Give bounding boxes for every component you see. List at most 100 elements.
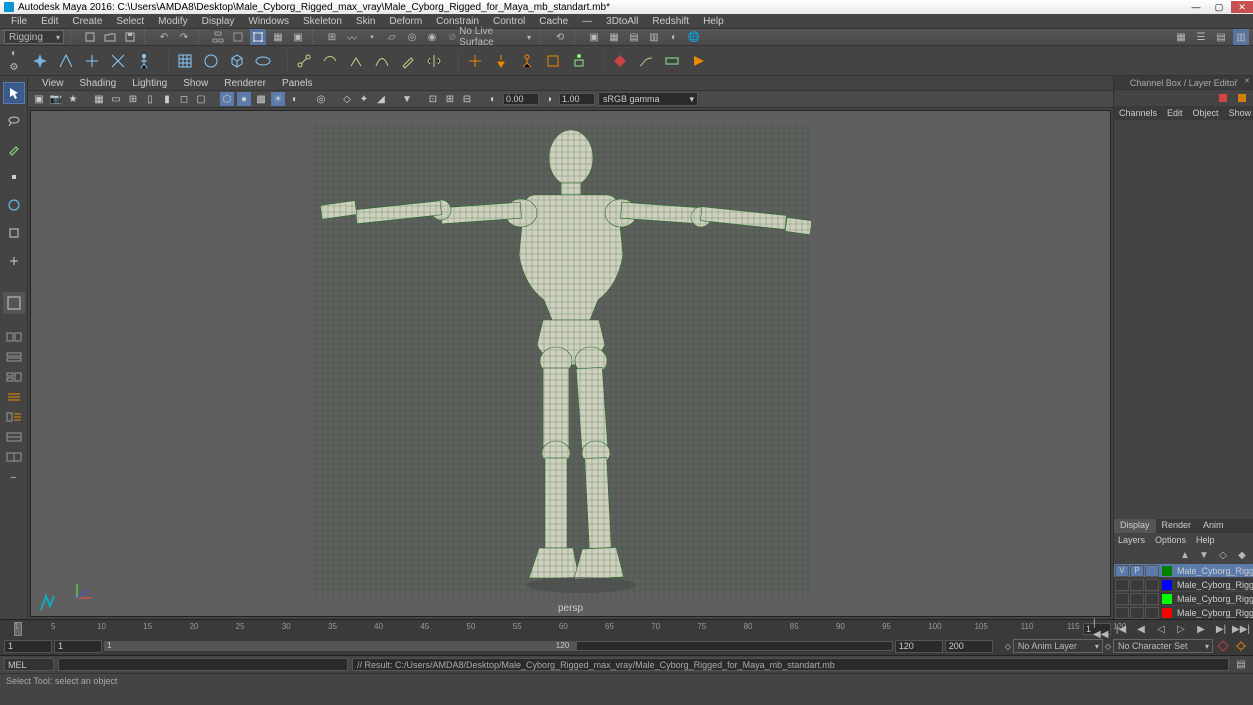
vtb-select-camera-icon[interactable]: ▣ (32, 92, 46, 106)
near-clip-field[interactable]: 0.00 (503, 93, 539, 105)
menu-modify[interactable]: Modify (151, 16, 194, 27)
undo-icon[interactable]: ↶ (156, 29, 172, 45)
shelf-wrap-icon[interactable] (253, 51, 273, 71)
layout-four[interactable] (3, 330, 25, 344)
panel-layout-4-icon[interactable]: ▥ (1233, 29, 1249, 45)
menu-control[interactable]: Control (486, 16, 532, 27)
shelf-hik-icon[interactable] (543, 51, 563, 71)
make-live-icon[interactable]: ◉ (424, 29, 440, 45)
layer-playback-toggle[interactable] (1130, 579, 1144, 591)
goto-start-icon[interactable]: |◀◀ (1093, 621, 1109, 637)
shelf-cube-icon[interactable] (227, 51, 247, 71)
menu-3dtoall[interactable]: 3DtoAll (599, 16, 645, 27)
ch-tab-object[interactable]: Object (1188, 108, 1224, 118)
shelf-aim-icon[interactable] (491, 51, 511, 71)
vtb-textured-icon[interactable]: ▩ (254, 92, 268, 106)
snap-point-icon[interactable]: • (364, 29, 380, 45)
menu-help[interactable]: Help (696, 16, 731, 27)
vtb-snap3-icon[interactable]: ⊟ (460, 92, 474, 106)
channel-preset2-icon[interactable] (1234, 90, 1250, 106)
snap-curve-icon[interactable]: 〰 (344, 29, 360, 45)
shelf-pose-icon[interactable] (569, 51, 589, 71)
vtb-snap1-icon[interactable]: ⊡ (426, 92, 440, 106)
panel-menu-show[interactable]: Show (175, 78, 216, 89)
snap-live-icon[interactable]: ◎ (404, 29, 420, 45)
shelf-spline-icon[interactable] (372, 51, 392, 71)
menu-select[interactable]: Select (109, 16, 151, 27)
vtb-camera-icon[interactable]: 📷 (49, 92, 63, 106)
layer-tab-render[interactable]: Render (1156, 519, 1198, 533)
ipr-render-icon[interactable]: ▦ (606, 29, 622, 45)
shelf-bind-icon[interactable] (320, 51, 340, 71)
layer-vis-toggle[interactable] (1115, 579, 1129, 591)
layer-moveup-icon[interactable]: ▲ (1177, 547, 1193, 563)
layer-row[interactable]: Male_Cyborg_Rigged_ (1114, 578, 1253, 591)
sel-template-icon[interactable]: ▦ (270, 29, 286, 45)
character-set-selector[interactable]: No Character Set (1113, 639, 1213, 653)
shelf-tab-menu-icon[interactable]: ◐ (8, 48, 20, 60)
vtb-shadows-icon[interactable]: ◐ (288, 92, 302, 106)
vtb-snap2-icon[interactable]: ⊞ (443, 92, 457, 106)
script-lang-selector[interactable]: MEL (4, 658, 54, 671)
vtb-gate-icon[interactable]: ◻ (177, 92, 191, 106)
layer-row[interactable]: Male_Cyborg_Rigged_ (1114, 592, 1253, 605)
layer-playback-toggle[interactable] (1130, 607, 1144, 619)
panel-close-icon[interactable]: ✕ (1244, 77, 1252, 85)
last-tool[interactable] (3, 250, 25, 272)
layer-vis-toggle[interactable]: V (1115, 565, 1129, 577)
move-tool[interactable] (3, 166, 25, 188)
shelf-lattice-icon[interactable] (175, 51, 195, 71)
lasso-tool[interactable] (3, 110, 25, 132)
layout-single[interactable] (3, 292, 25, 314)
layer-tab-anim[interactable]: Anim (1197, 519, 1230, 533)
layer-row[interactable]: Male_Cyborg_Rigged_ (1114, 606, 1253, 619)
autokey-icon[interactable] (1215, 638, 1231, 654)
layout-two-v[interactable] (3, 370, 25, 384)
shelf-slice-icon[interactable] (82, 51, 102, 71)
menu-deform[interactable]: Deform (382, 16, 429, 27)
layer-type-toggle[interactable] (1145, 607, 1159, 619)
panel-menu-lighting[interactable]: Lighting (124, 78, 175, 89)
layout-two-h[interactable] (3, 350, 25, 364)
layer-color-swatch[interactable] (1162, 566, 1172, 576)
menu-cache[interactable]: Cache (532, 16, 575, 27)
shelf-dope-icon[interactable] (662, 51, 682, 71)
ch-tab-show[interactable]: Show (1224, 108, 1253, 118)
vtb-imgplane-icon[interactable]: ▦ (92, 92, 106, 106)
step-fwd-icon[interactable]: ▶ (1193, 621, 1209, 637)
prefs-icon[interactable] (1233, 638, 1249, 654)
shelf-playblast-icon[interactable] (688, 51, 708, 71)
panel-menu-panels[interactable]: Panels (274, 78, 321, 89)
shelf-stick-icon[interactable] (134, 51, 154, 71)
anim-layer-selector[interactable]: No Anim Layer (1013, 639, 1103, 653)
select-tool[interactable] (3, 82, 25, 104)
menu-windows[interactable]: Windows (241, 16, 296, 27)
menu-constrain[interactable]: Constrain (429, 16, 486, 27)
step-back-key-icon[interactable]: |◀ (1113, 621, 1129, 637)
shelf-mirror-icon[interactable] (424, 51, 444, 71)
layer-type-toggle[interactable] (1145, 579, 1159, 591)
layer-row[interactable]: V P Male_Cyborg_Rigged (1114, 564, 1253, 577)
panel-layout-2-icon[interactable]: ☰ (1193, 29, 1209, 45)
shelf-setkey-icon[interactable] (610, 51, 630, 71)
channel-preset1-icon[interactable] (1215, 90, 1231, 106)
vtb-grid-icon[interactable]: ⊞ (126, 92, 140, 106)
sel-mask-icon[interactable]: ▣ (290, 29, 306, 45)
layer-vis-toggle[interactable] (1115, 607, 1129, 619)
scale-tool[interactable] (3, 222, 25, 244)
new-scene-icon[interactable] (82, 29, 98, 45)
redo-icon[interactable]: ↷ (176, 29, 192, 45)
history-icon[interactable]: ⟲ (552, 29, 568, 45)
render-view-icon[interactable]: ▥ (646, 29, 662, 45)
layer-color-swatch[interactable] (1162, 580, 1172, 590)
range-end-abs[interactable]: 200 (945, 640, 993, 653)
range-end[interactable]: 120 (895, 640, 943, 653)
vtb-gamma-icon[interactable]: ◑ (542, 92, 556, 106)
layer-menu-layers[interactable]: Layers (1118, 535, 1145, 545)
shelf-locator-icon[interactable] (465, 51, 485, 71)
window-maximize-button[interactable]: ▢ (1208, 1, 1230, 13)
layer-menu-options[interactable]: Options (1155, 535, 1186, 545)
layout-misc2[interactable] (3, 450, 25, 464)
shelf-axis-icon[interactable] (108, 51, 128, 71)
layer-playback-toggle[interactable] (1130, 593, 1144, 605)
